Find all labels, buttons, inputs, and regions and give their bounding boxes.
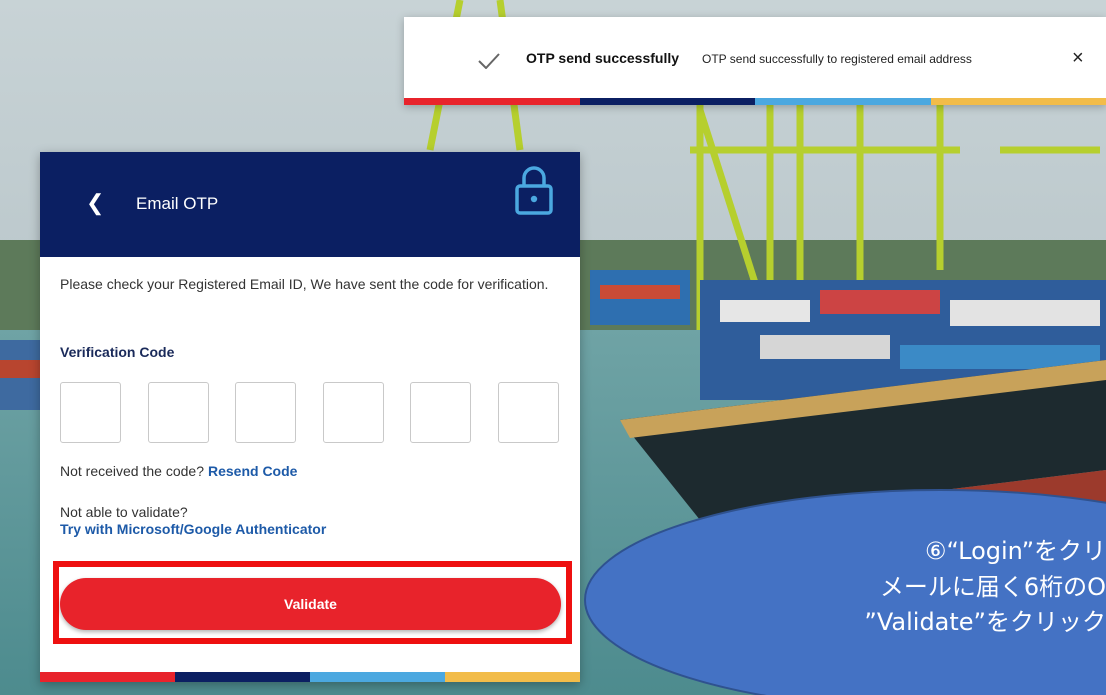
resend-row: Not received the code? Resend Code [60, 463, 297, 479]
chevron-left-icon[interactable]: ❮ [86, 190, 104, 216]
verification-code-label: Verification Code [60, 344, 175, 360]
toast-close-icon[interactable]: × [1072, 47, 1084, 70]
resend-code-link[interactable]: Resend Code [208, 463, 297, 479]
card-header: ❮ Email OTP [40, 152, 580, 257]
instruction-text: Please check your Registered Email ID, W… [60, 276, 549, 292]
email-otp-card: ❮ Email OTP Please check your Registered… [40, 152, 580, 682]
otp-digit-4[interactable] [323, 382, 384, 443]
not-received-text: Not received the code? [60, 463, 204, 479]
lock-icon [515, 166, 553, 215]
card-color-stripe [40, 672, 580, 682]
toast-message: OTP send successfully to registered emai… [702, 52, 972, 66]
toast-color-stripe [404, 98, 1106, 105]
check-icon [478, 53, 500, 69]
validate-button[interactable]: Validate [60, 578, 561, 630]
otp-digit-5[interactable] [410, 382, 471, 443]
card-title: Email OTP [136, 194, 219, 213]
otp-digit-3[interactable] [235, 382, 296, 443]
not-able-text: Not able to validate? [60, 504, 188, 520]
toast-title: OTP send successfully [526, 50, 680, 66]
otp-digit-2[interactable] [148, 382, 209, 443]
otp-digit-1[interactable] [60, 382, 121, 443]
otp-digit-6[interactable] [498, 382, 559, 443]
otp-success-toast: OTP send successfully OTP send successfu… [404, 17, 1106, 105]
authenticator-link[interactable]: Try with Microsoft/Google Authenticator [60, 521, 326, 537]
